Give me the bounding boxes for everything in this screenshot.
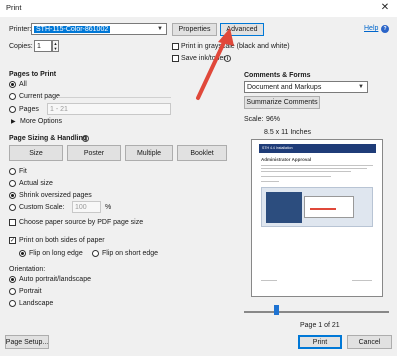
orientation-header: Orientation: <box>9 266 46 273</box>
pdf-source-label: Choose paper source by PDF page size <box>19 219 144 226</box>
preview-banner: STH 4.4 Installation <box>259 144 376 153</box>
copies-stepper[interactable]: ▲ ▼ <box>52 40 59 52</box>
preview-screenshot-panel <box>266 192 302 223</box>
comments-header: Comments & Forms <box>244 72 311 79</box>
long-edge-radio[interactable] <box>19 250 26 257</box>
preview-text-line <box>261 181 279 182</box>
scale-value: 96% <box>266 116 281 123</box>
custom-scale-radio[interactable] <box>9 204 16 211</box>
pages-all-radio[interactable] <box>9 81 16 88</box>
chevron-down-icon: ▼ <box>358 84 364 90</box>
landscape-radio[interactable] <box>9 300 16 307</box>
custom-scale-label: Custom Scale: <box>19 204 65 211</box>
short-edge-radio[interactable] <box>92 250 99 257</box>
pages-current-label: Current page <box>19 93 60 100</box>
shrink-radio[interactable] <box>9 192 16 199</box>
tab-size[interactable]: Size <box>9 145 63 161</box>
help-icon[interactable]: ? <box>381 25 389 33</box>
page-setup-button[interactable]: Page Setup... <box>5 335 49 349</box>
grayscale-checkbox[interactable] <box>172 43 179 50</box>
preview-text-line <box>261 165 373 166</box>
auto-orientation-radio[interactable] <box>9 276 16 283</box>
tab-booklet[interactable]: Booklet <box>177 145 227 161</box>
pages-range-radio[interactable] <box>9 106 16 113</box>
scale-label: Scale: <box>244 116 264 123</box>
page-preview: STH 4.4 Installation Administrator Appro… <box>251 139 383 297</box>
portrait-radio[interactable] <box>9 288 16 295</box>
shrink-label: Shrink oversized pages <box>19 192 92 199</box>
close-icon[interactable]: ✕ <box>378 1 392 15</box>
both-sides-label: Print on both sides of paper <box>19 237 105 244</box>
pages-to-print-header: Pages to Print <box>9 71 57 78</box>
pdf-source-checkbox[interactable] <box>9 219 16 226</box>
paper-size: 8.5 x 11 Inches <box>264 129 311 136</box>
pages-range-input[interactable]: 1 - 21 <box>47 103 171 115</box>
fit-label: Fit <box>19 168 27 175</box>
page-slider-thumb[interactable] <box>274 305 279 315</box>
cancel-button[interactable]: Cancel <box>347 335 392 349</box>
copies-label: Copies: <box>9 43 33 50</box>
long-edge-label: Flip on long edge <box>29 250 83 257</box>
actual-size-radio[interactable] <box>9 180 16 187</box>
landscape-label: Landscape <box>19 300 54 307</box>
printer-label: Printer: <box>9 26 32 33</box>
chevron-right-icon[interactable]: ▶ <box>11 118 16 125</box>
preview-screenshot-dialog <box>304 196 354 218</box>
page-counter: Page 1 of 21 <box>300 322 340 329</box>
chevron-down-icon: ▼ <box>157 26 163 32</box>
help-link[interactable]: Help <box>364 25 378 32</box>
preview-screenshot <box>261 187 373 227</box>
custom-scale-unit: % <box>105 204 112 211</box>
preview-text-line <box>261 171 351 172</box>
preview-text-line <box>261 176 331 177</box>
preview-footer-line <box>261 280 277 281</box>
summarize-comments-button[interactable]: Summarize Comments <box>244 96 320 109</box>
comments-select-value: Document and Markups <box>247 83 322 91</box>
copies-input[interactable]: 1 <box>34 40 52 52</box>
pages-current-radio[interactable] <box>9 93 16 100</box>
tab-poster[interactable]: Poster <box>67 145 121 161</box>
both-sides-checkbox[interactable]: ✓ <box>9 237 16 244</box>
sizing-header: Page Sizing & Handling <box>9 135 88 142</box>
more-options-toggle[interactable]: More Options <box>20 118 62 125</box>
custom-scale-input[interactable]: 100 <box>72 201 101 213</box>
printer-select-value: STH-115-Color-861002 <box>34 25 111 33</box>
info-icon[interactable]: i <box>82 135 89 142</box>
preview-footer-line <box>352 280 372 281</box>
comments-select[interactable]: Document and Markups ▼ <box>244 81 368 93</box>
pages-all-label: All <box>19 81 27 88</box>
preview-screenshot-arrow <box>310 208 336 210</box>
pages-range-label: Pages <box>19 106 39 113</box>
save-ink-checkbox[interactable] <box>172 55 179 62</box>
divider <box>58 97 171 98</box>
page-slider-track <box>244 311 389 313</box>
portrait-label: Portrait <box>19 288 42 295</box>
window-title: Print <box>6 3 22 12</box>
printer-select[interactable]: STH-115-Color-861002 ▼ <box>31 23 167 35</box>
fit-radio[interactable] <box>9 168 16 175</box>
auto-orientation-label: Auto portrait/landscape <box>19 276 91 283</box>
preview-heading: Administrator Approval <box>261 157 312 162</box>
short-edge-label: Flip on short edge <box>102 250 159 257</box>
tab-multiple[interactable]: Multiple <box>125 145 173 161</box>
preview-text-line <box>261 168 367 169</box>
title-bar <box>0 0 397 17</box>
print-button[interactable]: Print <box>298 335 342 349</box>
annotation-arrow <box>196 28 234 100</box>
actual-size-label: Actual size <box>19 180 53 187</box>
